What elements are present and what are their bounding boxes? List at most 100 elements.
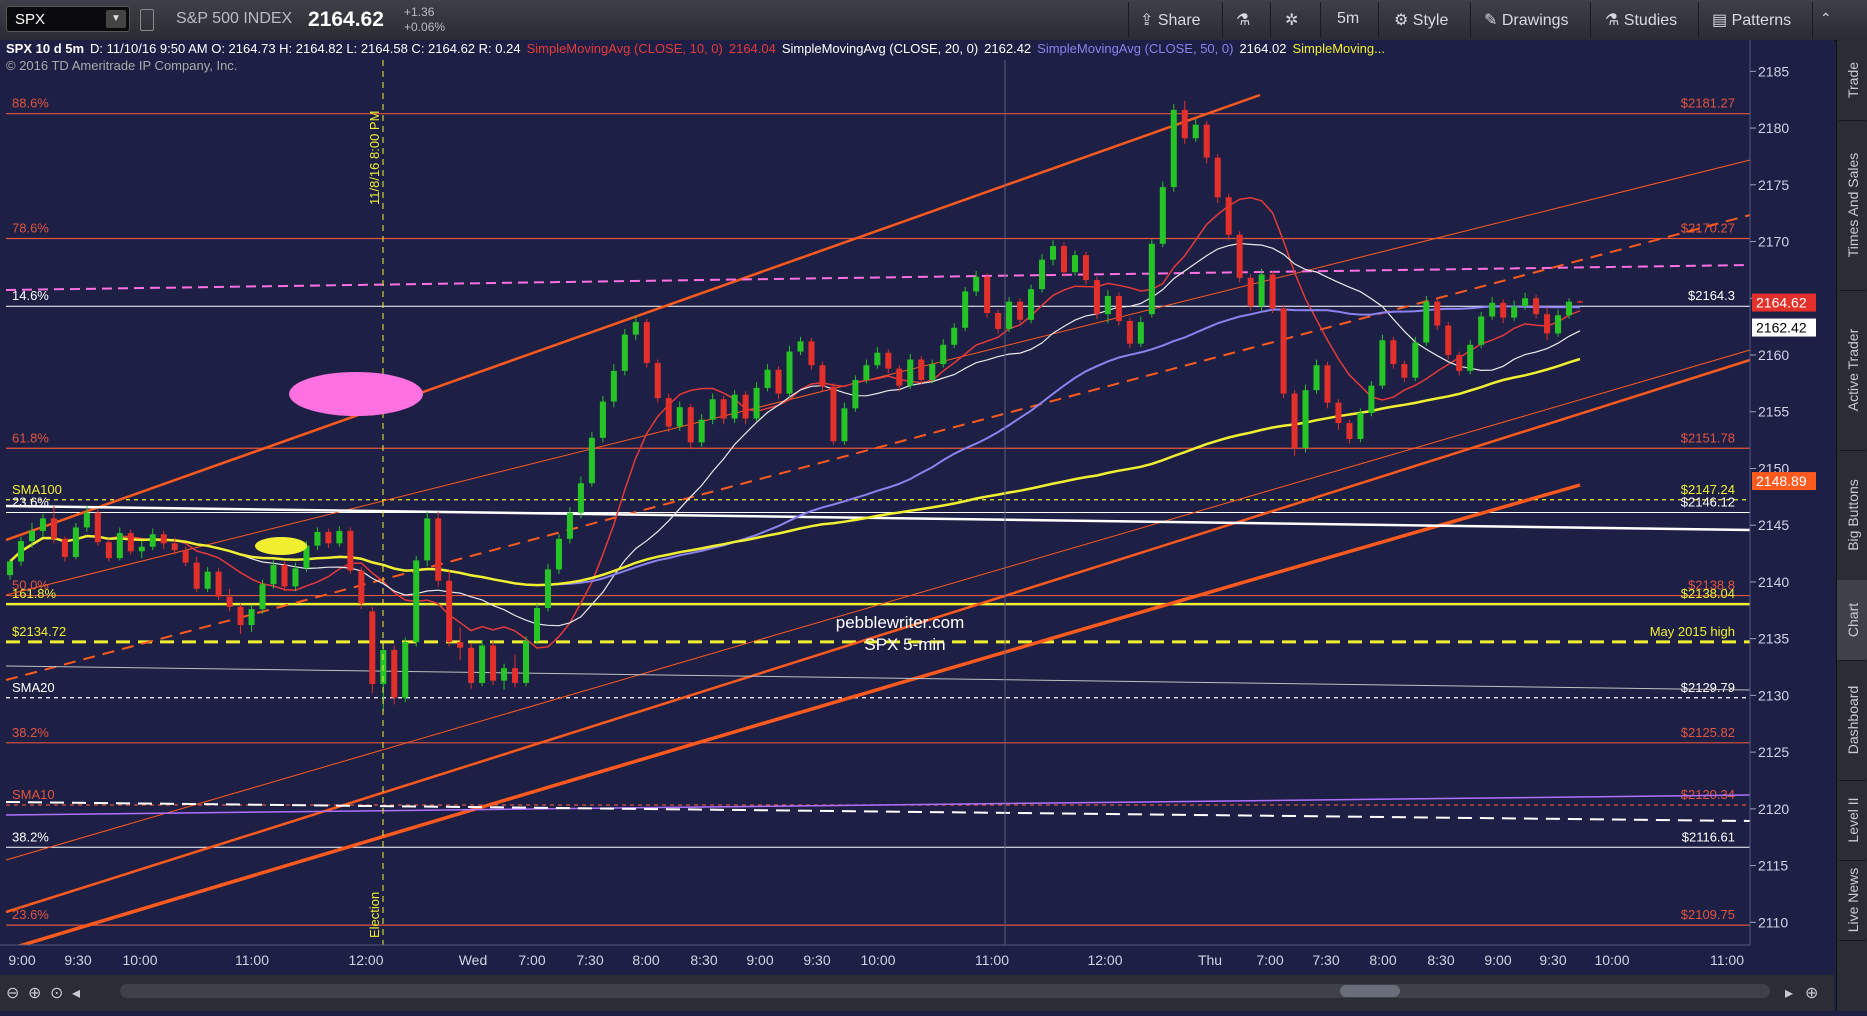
gear-icon[interactable]: ✲ xyxy=(1285,10,1298,30)
tab-level-ii[interactable]: Level II xyxy=(1837,780,1867,860)
candle-body xyxy=(1269,274,1276,309)
watermark-site: pebblewriter.com xyxy=(836,613,965,632)
candle-body xyxy=(742,394,749,419)
candle-body xyxy=(1434,301,1441,326)
share-label: Share xyxy=(1157,12,1201,29)
link-icon[interactable] xyxy=(140,9,154,31)
candle-body xyxy=(325,532,332,544)
candle-body xyxy=(907,359,914,386)
level-right-label: $2125.82 xyxy=(1681,725,1735,740)
y-tick-label: 2135 xyxy=(1758,631,1789,647)
candle-body xyxy=(1335,402,1342,424)
symbol-input[interactable]: SPX ▼ xyxy=(6,6,130,32)
x-tick-label: 11:00 xyxy=(235,952,269,968)
flask-icon[interactable]: ⚗ xyxy=(1236,10,1250,30)
tab-active-trader[interactable]: Active Trader xyxy=(1837,290,1867,450)
candle-body xyxy=(929,364,936,380)
candle-body xyxy=(1379,340,1386,386)
candle-body xyxy=(1006,301,1013,329)
level-right-label: $2151.78 xyxy=(1681,430,1735,445)
header-text: 2164.02 xyxy=(1239,41,1286,56)
candle-body xyxy=(577,483,584,513)
yellow-ellipse-marker xyxy=(255,537,307,555)
beaker-icon: ⚗ xyxy=(1605,12,1620,29)
symbol-value: SPX xyxy=(15,11,46,28)
candle-body xyxy=(1313,365,1320,391)
style-button[interactable]: ⚙ Style xyxy=(1394,10,1448,30)
pencil-icon: ✎ xyxy=(1484,12,1498,29)
candle-body xyxy=(336,530,343,544)
candle-body xyxy=(962,291,969,328)
candle-body xyxy=(1049,246,1057,260)
y-tick-label: 2180 xyxy=(1758,120,1789,136)
candle-body xyxy=(1115,296,1122,321)
candle-body xyxy=(808,341,815,366)
level-right-label: $2138.04 xyxy=(1681,586,1735,601)
pink-ellipse-marker xyxy=(289,372,423,416)
tab-label: Chart xyxy=(1844,602,1861,638)
x-tick-label: 12:00 xyxy=(1087,952,1122,968)
candle-body xyxy=(1390,340,1397,365)
chart-area[interactable]: 88.6% $2181.27 78.6% $2170.27 14.6% $2164.3 61… xyxy=(0,40,1834,1011)
tab-divider xyxy=(1839,940,1866,941)
candle-body xyxy=(1576,301,1584,303)
candle-body xyxy=(775,369,782,394)
candle-body xyxy=(1247,277,1254,307)
candle-body xyxy=(940,344,947,365)
candle-body xyxy=(654,362,661,399)
x-tick-label: 9:30 xyxy=(803,952,830,968)
x-tick-label: 10:00 xyxy=(860,952,895,968)
candle-body xyxy=(116,533,123,559)
price-badge-label: 2162.42 xyxy=(1756,320,1807,336)
candle-body xyxy=(17,541,24,562)
candle-body xyxy=(676,407,683,427)
candle-body xyxy=(1412,342,1419,378)
chevron-down-icon[interactable]: ▼ xyxy=(106,10,126,28)
candle-body xyxy=(281,564,288,587)
price-chart[interactable]: 88.6% $2181.2778.6% $2170.2714.6% $2164.361… xyxy=(0,40,1834,1011)
candle-body xyxy=(138,546,145,552)
level-left-label: 38.2% xyxy=(12,829,49,844)
candle-body xyxy=(797,341,804,352)
candle-body xyxy=(643,322,650,363)
timeframe-button[interactable]: 5m xyxy=(1337,10,1359,28)
share-icon: ⇪ xyxy=(1140,12,1154,29)
tab-dashboard[interactable]: Dashboard xyxy=(1837,660,1867,780)
collapse-icon[interactable]: ⌃ xyxy=(1820,10,1832,27)
candle-body xyxy=(1544,314,1551,334)
watermark-caption: SPX 5-min xyxy=(864,635,945,654)
patterns-icon: ▤ xyxy=(1712,12,1728,29)
candle-body xyxy=(1159,187,1166,244)
candle-body xyxy=(479,645,486,683)
tab-times-and-sales[interactable]: Times And Sales xyxy=(1837,120,1867,290)
studies-button[interactable]: ⚗ Studies xyxy=(1605,10,1677,30)
tab-trade[interactable]: Trade xyxy=(1837,40,1867,120)
x-tick-label: 9:00 xyxy=(1484,952,1511,968)
share-button[interactable]: ⇪ Share xyxy=(1140,10,1201,30)
copyright-text: © 2016 TD Ameritrade IP Company, Inc. xyxy=(6,58,237,73)
candle-body xyxy=(852,379,859,409)
tab-chart[interactable]: Chart xyxy=(1837,580,1867,660)
candle-body xyxy=(731,394,738,419)
zoom-controls: ⊖ ⊕ ⊙ ◂ ▸ ⊕ xyxy=(0,975,1834,1011)
candle-body xyxy=(764,369,771,388)
candle-body xyxy=(149,534,156,547)
candle-body xyxy=(402,642,409,698)
patterns-button[interactable]: ▤ Patterns xyxy=(1712,10,1791,30)
candle-body xyxy=(1236,234,1243,278)
candle-body xyxy=(259,584,266,610)
top-toolbar: SPX ▼ S&P 500 INDEX 2164.62 +1.36 +0.06%… xyxy=(0,0,1867,41)
x-tick-label: 9:30 xyxy=(64,952,91,968)
candle-body xyxy=(720,399,727,419)
candle-body xyxy=(1456,355,1463,371)
candle-body xyxy=(709,399,716,420)
candle-body xyxy=(512,668,519,683)
tab-big-buttons[interactable]: Big Buttons xyxy=(1837,450,1867,580)
drawings-button[interactable]: ✎ Drawings xyxy=(1484,10,1569,30)
level-right-label: $2116.61 xyxy=(1682,829,1735,844)
candle-body xyxy=(358,570,365,604)
y-tick-label: 2125 xyxy=(1758,744,1789,760)
price-badge-label: 2164.62 xyxy=(1756,295,1807,311)
tab-live-news[interactable]: Live News xyxy=(1837,860,1867,940)
candle-body xyxy=(105,542,112,559)
